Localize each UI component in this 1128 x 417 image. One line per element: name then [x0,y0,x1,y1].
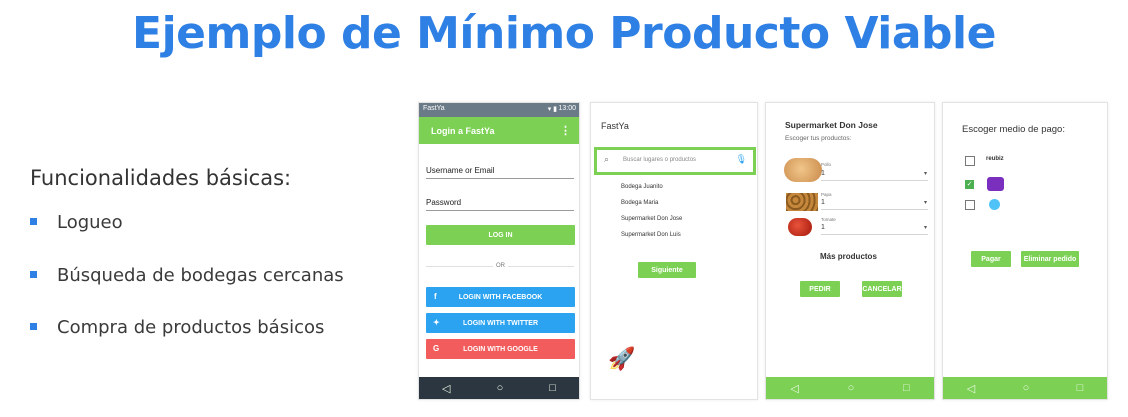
search-placeholder: Buscar lugares o productos [623,157,697,163]
payment-checkbox[interactable] [965,156,975,166]
phone-payment-screen: Escoger medio de pago: reubiz ✓ Pagar El… [942,102,1108,400]
bullet-square-icon [30,322,37,330]
slide-title: Ejemplo de Mínimo Producto Viable [132,8,996,59]
result-item[interactable]: Supermarket Don Jose [621,216,682,222]
field-underline [821,234,928,235]
cancel-button[interactable]: CANCELAR [862,281,902,297]
payment-checkbox[interactable] [965,200,975,210]
android-nav-bar: ◁ ○ □ [766,377,934,399]
login-button[interactable]: LOG IN [426,225,575,245]
status-time: 13:00 [558,105,576,112]
password-field[interactable]: Password [426,198,461,207]
back-icon[interactable]: ◁ [790,382,798,395]
status-signal-icon: ▾ ▮ [547,106,557,113]
product-qty-select[interactable]: 1 [821,170,825,177]
result-item[interactable]: Bodega Juanito [621,184,663,190]
product-name: Pollo [821,162,832,167]
bullet-square-icon [30,270,37,278]
phone-products-screen: Supermarket Don Jose Escoger tus product… [765,102,935,400]
payment-checkbox-checked[interactable]: ✓ [965,180,974,189]
status-app-name: FastYa [423,105,445,112]
order-button[interactable]: PEDIR [800,281,840,297]
potato-icon [786,193,818,211]
product-qty-select[interactable]: 1 [821,224,825,231]
search-icon: ⌕ [604,154,610,164]
yape-logo-icon [987,177,1004,191]
back-icon[interactable]: ◁ [442,382,450,395]
recents-icon[interactable]: □ [1077,382,1084,394]
username-field[interactable]: Username or Email [426,166,494,175]
home-icon[interactable]: ○ [1023,382,1030,394]
username-underline [426,178,574,179]
payment-title: Escoger medio de pago: [962,124,1065,135]
google-icon: G [433,344,440,353]
search-input[interactable]: ⌕ Buscar lugares o productos 🎙 [594,147,756,175]
android-nav-bar: ◁ ○ □ [943,377,1107,399]
password-underline [426,210,574,211]
bullet-item: Compra de productos básicos [30,317,324,338]
pay-button[interactable]: Pagar [971,251,1011,267]
store-title: Supermarket Don Jose [785,120,878,130]
facebook-login-button[interactable]: f LOGIN WITH FACEBOOK [426,287,575,307]
home-icon[interactable]: ○ [497,382,504,394]
bullet-item: Logueo [30,212,123,233]
chevron-down-icon[interactable]: ▾ [924,170,927,177]
android-nav-bar: ◁ ○ □ [419,377,579,399]
or-text: OR [493,263,508,269]
app-title: FastYa [601,121,629,131]
app-bar-title: Login a FastYa [431,126,495,136]
chevron-down-icon[interactable]: ▾ [924,199,927,206]
microphone-icon[interactable]: 🎙 [736,154,747,165]
recents-icon[interactable]: □ [903,382,910,394]
product-qty-select[interactable]: 1 [821,199,825,206]
status-bar: FastYa ▾ ▮ 13:00 [419,103,579,117]
chicken-icon [784,158,822,182]
app-bar: Login a FastYa ⋮ [419,117,579,144]
result-item[interactable]: Supermarket Don Luis [621,232,681,238]
product-name: Papa [821,192,832,197]
chevron-down-icon[interactable]: ▾ [924,224,927,231]
home-icon[interactable]: ○ [848,382,855,394]
twitter-icon: ✦ [433,318,440,327]
field-underline [821,180,928,181]
rocket-icon: 🚀 [608,346,636,371]
field-underline [821,209,928,210]
twitter-login-button[interactable]: ✦ LOGIN WITH TWITTER [426,313,575,333]
back-icon[interactable]: ◁ [967,382,975,395]
bullet-item: Búsqueda de bodegas cercanas [30,265,344,286]
phone-search-screen: FastYa ⌕ Buscar lugares o productos 🎙 Bo… [590,102,758,400]
more-vert-icon[interactable]: ⋮ [560,124,571,137]
recents-icon[interactable]: □ [549,382,556,394]
google-login-button[interactable]: G LOGIN WITH GOOGLE [426,339,575,359]
bullet-square-icon [30,217,37,225]
more-products-link[interactable]: Más productos [820,252,877,261]
tomato-icon [788,218,812,236]
product-name: Tomate [821,217,836,222]
next-button[interactable]: Siguiente [638,262,696,278]
plin-logo-icon [989,199,1000,210]
features-heading: Funcionalidades básicas: [30,166,292,190]
facebook-icon: f [434,292,437,301]
products-subtitle: Escoger tus productos: [785,135,852,142]
delete-order-button[interactable]: Eliminar pedido [1021,251,1079,267]
result-item[interactable]: Bodega Maria [621,200,658,206]
phone-login-screen: FastYa ▾ ▮ 13:00 Login a FastYa ⋮ Userna… [418,102,580,400]
reubiz-logo: reubiz [986,156,1004,162]
